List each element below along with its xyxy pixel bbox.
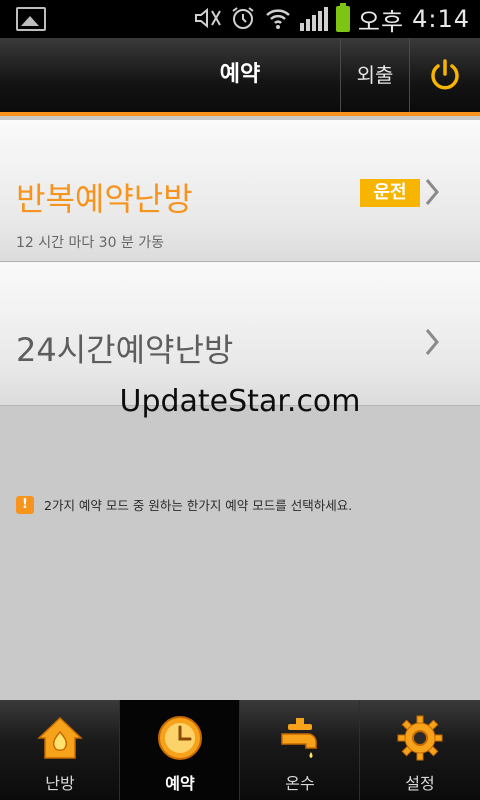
notice-text: 2가지 예약 모드 중 원하는 한가지 예약 모드를 선택하세요.	[44, 498, 353, 513]
info-notice: ! 2가지 예약 모드 중 원하는 한가지 예약 모드를 선택하세요.	[16, 495, 352, 514]
battery-icon	[335, 3, 350, 32]
list-item-title: 반복예약난방	[16, 180, 193, 218]
power-button[interactable]	[410, 38, 480, 112]
status-bar: 오후 4:14	[0, 0, 480, 38]
gear-icon	[397, 715, 443, 761]
clock-icon	[158, 716, 202, 760]
status-icons: 오후 4:14	[194, 2, 470, 37]
warning-icon: !	[16, 495, 34, 514]
status-badge: 운전	[360, 179, 420, 207]
signal-icon	[299, 7, 328, 31]
tab-reservation[interactable]: 예약	[120, 700, 240, 800]
chevron-right-icon	[424, 327, 440, 357]
faucet-icon	[281, 718, 317, 758]
tab-label: 설정	[405, 774, 435, 793]
power-icon	[431, 59, 459, 90]
watermark-text: UpdateStar.com	[119, 384, 361, 419]
tab-settings[interactable]: 설정	[360, 700, 480, 800]
list-item-title: 24시간예약난방	[16, 331, 234, 369]
gallery-icon	[16, 7, 46, 31]
list-item-repeat-reservation[interactable]: 반복예약난방 운전 12 시간 마다 30 분 가동	[0, 120, 480, 262]
header-bar: 예약 외출	[0, 38, 480, 116]
tab-label: 온수	[285, 774, 315, 793]
status-ampm: 오후	[357, 7, 405, 36]
tab-heating[interactable]: 난방	[0, 700, 120, 800]
tab-hot-water[interactable]: 온수	[240, 700, 360, 800]
wifi-icon	[264, 6, 292, 33]
reservation-list: 반복예약난방 운전 12 시간 마다 30 분 가동 24시간예약난방	[0, 120, 480, 406]
tab-label: 난방	[45, 774, 75, 793]
house-flame-icon	[37, 716, 83, 759]
mute-icon	[194, 7, 222, 32]
bottom-nav: 난방 예약 온수 설정	[0, 700, 480, 800]
list-item-subtitle: 12 시간 마다 30 분 가동	[16, 235, 165, 251]
chevron-right-icon	[424, 177, 440, 207]
outing-button[interactable]: 외출	[340, 38, 410, 112]
status-time: 4:14	[412, 5, 470, 33]
alarm-icon	[230, 5, 256, 34]
tab-label: 예약	[165, 774, 195, 793]
